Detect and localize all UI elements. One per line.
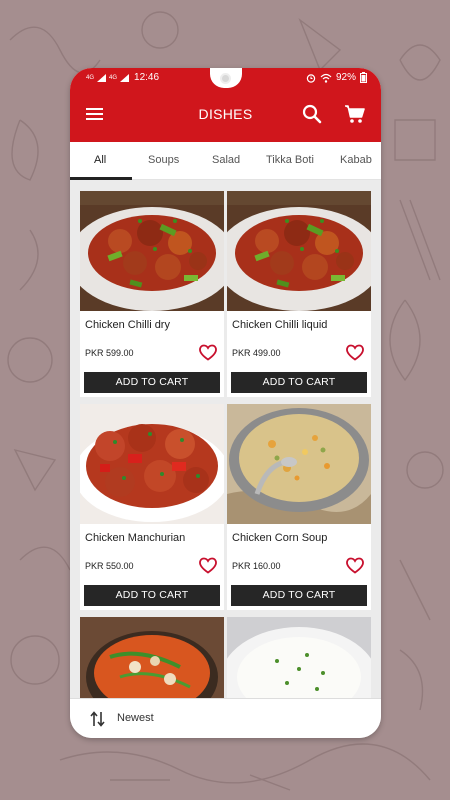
status-bar: 4G 4G 12:46 92% [70,68,381,88]
dish-image [80,404,224,524]
battery-icon [360,72,367,83]
tab-kabab[interactable]: Kabab [340,154,372,166]
network-indicator-2: 4G [109,74,118,81]
search-icon[interactable] [301,103,323,125]
app-bar: DISHES [70,88,381,142]
dish-image [227,404,371,524]
dish-image [80,191,224,311]
tab-salad[interactable]: Salad [212,154,240,166]
wifi-icon [320,73,332,83]
battery-level: 92% [335,72,356,83]
signal-icon [97,73,107,82]
sort-label[interactable]: Newest [117,712,154,724]
product-card[interactable]: Chicken Chilli liquid PKR 499.00 ADD TO … [227,191,371,397]
product-grid: Chicken Chilli dry PKR 599.00 ADD TO CAR… [70,180,381,698]
product-card[interactable]: Chicken Corn Soup PKR 160.00 ADD TO CART [227,404,371,610]
signal-icon-2 [120,73,130,82]
clock: 12:46 [134,72,160,83]
dish-name: Chicken Chilli dry [85,319,170,331]
dish-price: PKR 550.00 [85,561,134,571]
product-card[interactable]: Chicken Manchurian PKR 550.00 ADD TO CAR… [80,404,224,610]
page-title: DISHES [198,106,253,122]
product-card[interactable]: Chicken Chilli dry PKR 599.00 ADD TO CAR… [80,191,224,397]
dish-price: PKR 499.00 [232,348,281,358]
heart-icon[interactable] [345,343,365,361]
camera-notch [210,68,242,88]
product-card[interactable] [227,617,371,698]
add-to-cart-button[interactable]: ADD TO CART [231,372,367,393]
dish-price: PKR 599.00 [85,348,134,358]
camera-icon [220,73,231,84]
add-to-cart-button[interactable]: ADD TO CART [84,585,220,606]
alarm-icon [306,73,316,83]
tab-tikka-boti[interactable]: Tikka Boti [266,154,314,166]
tab-soups[interactable]: Soups [148,154,179,166]
dish-name: Chicken Manchurian [85,532,186,544]
add-to-cart-button[interactable]: ADD TO CART [231,585,367,606]
product-card[interactable] [80,617,224,698]
add-to-cart-button[interactable]: ADD TO CART [84,372,220,393]
dish-name: Chicken Chilli liquid [232,319,328,331]
tab-all[interactable]: All [94,154,106,166]
dish-image [227,617,371,698]
sort-icon[interactable] [90,710,106,728]
phone-frame: 4G 4G 12:46 92% DISHES All Soups Salad T… [70,68,381,738]
cart-icon[interactable] [344,103,366,125]
heart-icon[interactable] [198,343,218,361]
network-indicator-1: 4G [86,74,95,81]
heart-icon[interactable] [198,556,218,574]
heart-icon[interactable] [345,556,365,574]
category-tabs: All Soups Salad Tikka Boti Kabab [70,142,381,180]
sort-bar[interactable]: Newest [70,698,381,738]
dish-image [80,617,224,698]
dish-name: Chicken Corn Soup [232,532,328,544]
dish-price: PKR 160.00 [232,561,281,571]
dish-image [227,191,371,311]
